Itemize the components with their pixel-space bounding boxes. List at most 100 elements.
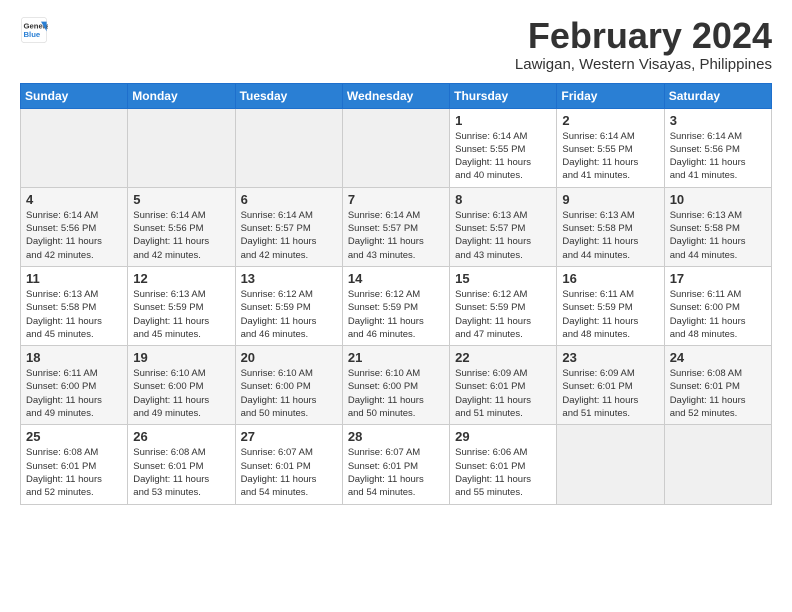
day-info: Sunrise: 6:14 AM Sunset: 5:55 PM Dayligh… <box>562 130 658 183</box>
calendar-day <box>128 108 235 187</box>
calendar-day: 8 Sunrise: 6:13 AM Sunset: 5:57 PM Daylig… <box>450 187 557 266</box>
svg-text:Blue: Blue <box>24 30 41 39</box>
day-info: Sunrise: 6:08 AM Sunset: 6:01 PM Dayligh… <box>670 367 766 420</box>
day-info: Sunrise: 6:14 AM Sunset: 5:56 PM Dayligh… <box>133 209 229 262</box>
calendar-day: 13 Sunrise: 6:12 AM Sunset: 5:59 PM Dayli… <box>235 266 342 345</box>
calendar-day: 9Sunrise: 6:13 AM Sunset: 5:58 PM Daylig… <box>557 187 664 266</box>
day-number: 22 <box>455 350 551 365</box>
day-number: 24 <box>670 350 766 365</box>
calendar-day: 15 Sunrise: 6:12 AM Sunset: 5:59 PM Dayli… <box>450 266 557 345</box>
calendar-day: 10 Sunrise: 6:13 AM Sunset: 5:58 PM Dayli… <box>664 187 771 266</box>
weekday-header-friday: Friday <box>557 83 664 108</box>
day-number: 6 <box>241 192 337 207</box>
day-info: Sunrise: 6:08 AM Sunset: 6:01 PM Dayligh… <box>133 446 229 499</box>
day-info: Sunrise: 6:11 AM Sunset: 5:59 PM Dayligh… <box>562 288 658 341</box>
day-number: 29 <box>455 429 551 444</box>
day-number: 27 <box>241 429 337 444</box>
calendar-day <box>664 425 771 504</box>
calendar-day: 3 Sunrise: 6:14 AM Sunset: 5:56 PM Daylig… <box>664 108 771 187</box>
day-number: 23 <box>562 350 658 365</box>
day-info: Sunrise: 6:08 AM Sunset: 6:01 PM Dayligh… <box>26 446 122 499</box>
day-info: Sunrise: 6:14 AM Sunset: 5:57 PM Dayligh… <box>348 209 444 262</box>
calendar-day: 23 Sunrise: 6:09 AM Sunset: 6:01 PM Dayli… <box>557 346 664 425</box>
day-info: Sunrise: 6:09 AM Sunset: 6:01 PM Dayligh… <box>455 367 551 420</box>
day-number: 26 <box>133 429 229 444</box>
calendar-day: 20Sunrise: 6:10 AM Sunset: 6:00 PM Dayli… <box>235 346 342 425</box>
day-info: Sunrise: 6:13 AM Sunset: 5:57 PM Dayligh… <box>455 209 551 262</box>
weekday-header-thursday: Thursday <box>450 83 557 108</box>
weekday-header-sunday: Sunday <box>21 83 128 108</box>
weekday-header-row: SundayMondayTuesdayWednesdayThursdayFrid… <box>21 83 772 108</box>
calendar-day: 2 Sunrise: 6:14 AM Sunset: 5:55 PM Daylig… <box>557 108 664 187</box>
day-number: 8 <box>455 192 551 207</box>
calendar-day <box>342 108 449 187</box>
calendar-week-5: 25 Sunrise: 6:08 AM Sunset: 6:01 PM Dayli… <box>21 425 772 504</box>
day-info: Sunrise: 6:14 AM Sunset: 5:56 PM Dayligh… <box>26 209 122 262</box>
day-info: Sunrise: 6:13 AM Sunset: 5:58 PM Dayligh… <box>26 288 122 341</box>
calendar-day: 18Sunrise: 6:11 AM Sunset: 6:00 PM Dayli… <box>21 346 128 425</box>
day-number: 4 <box>26 192 122 207</box>
day-number: 17 <box>670 271 766 286</box>
day-info: Sunrise: 6:14 AM Sunset: 5:56 PM Dayligh… <box>670 130 766 183</box>
weekday-header-saturday: Saturday <box>664 83 771 108</box>
calendar-day <box>557 425 664 504</box>
day-number: 21 <box>348 350 444 365</box>
calendar-week-3: 11 Sunrise: 6:13 AM Sunset: 5:58 PM Dayli… <box>21 266 772 345</box>
day-info: Sunrise: 6:07 AM Sunset: 6:01 PM Dayligh… <box>241 446 337 499</box>
calendar-week-4: 18Sunrise: 6:11 AM Sunset: 6:00 PM Dayli… <box>21 346 772 425</box>
calendar-day: 26 Sunrise: 6:08 AM Sunset: 6:01 PM Dayli… <box>128 425 235 504</box>
day-info: Sunrise: 6:14 AM Sunset: 5:57 PM Dayligh… <box>241 209 337 262</box>
weekday-header-wednesday: Wednesday <box>342 83 449 108</box>
weekday-header-tuesday: Tuesday <box>235 83 342 108</box>
day-info: Sunrise: 6:10 AM Sunset: 6:00 PM Dayligh… <box>241 367 337 420</box>
day-info: Sunrise: 6:13 AM Sunset: 5:58 PM Dayligh… <box>670 209 766 262</box>
day-info: Sunrise: 6:13 AM Sunset: 5:59 PM Dayligh… <box>133 288 229 341</box>
calendar-week-2: 4 Sunrise: 6:14 AM Sunset: 5:56 PM Daylig… <box>21 187 772 266</box>
calendar-table: SundayMondayTuesdayWednesdayThursdayFrid… <box>20 83 772 505</box>
header: General Blue February 2024 Lawigan, West… <box>20 16 772 73</box>
calendar-day: 22 Sunrise: 6:09 AM Sunset: 6:01 PM Dayli… <box>450 346 557 425</box>
calendar-day: 21 Sunrise: 6:10 AM Sunset: 6:00 PM Dayli… <box>342 346 449 425</box>
day-number: 28 <box>348 429 444 444</box>
day-info: Sunrise: 6:12 AM Sunset: 5:59 PM Dayligh… <box>241 288 337 341</box>
day-number: 16 <box>562 271 658 286</box>
day-number: 10 <box>670 192 766 207</box>
day-info: Sunrise: 6:07 AM Sunset: 6:01 PM Dayligh… <box>348 446 444 499</box>
calendar-day: 5 Sunrise: 6:14 AM Sunset: 5:56 PM Daylig… <box>128 187 235 266</box>
calendar-day: 17 Sunrise: 6:11 AM Sunset: 6:00 PM Dayli… <box>664 266 771 345</box>
calendar-day: 6 Sunrise: 6:14 AM Sunset: 5:57 PM Daylig… <box>235 187 342 266</box>
day-info: Sunrise: 6:10 AM Sunset: 6:00 PM Dayligh… <box>348 367 444 420</box>
day-number: 3 <box>670 113 766 128</box>
calendar-day: 11 Sunrise: 6:13 AM Sunset: 5:58 PM Dayli… <box>21 266 128 345</box>
day-number: 7 <box>348 192 444 207</box>
calendar-day: 4 Sunrise: 6:14 AM Sunset: 5:56 PM Daylig… <box>21 187 128 266</box>
calendar-day: 16 Sunrise: 6:11 AM Sunset: 5:59 PM Dayli… <box>557 266 664 345</box>
day-number: 15 <box>455 271 551 286</box>
day-info: Sunrise: 6:12 AM Sunset: 5:59 PM Dayligh… <box>455 288 551 341</box>
month-year: February 2024 <box>515 16 772 56</box>
calendar-day <box>21 108 128 187</box>
day-number: 19 <box>133 350 229 365</box>
day-number: 25 <box>26 429 122 444</box>
day-info: Sunrise: 6:10 AM Sunset: 6:00 PM Dayligh… <box>133 367 229 420</box>
day-info: Sunrise: 6:11 AM Sunset: 6:00 PM Dayligh… <box>670 288 766 341</box>
day-number: 2 <box>562 113 658 128</box>
day-number: 9 <box>562 192 658 207</box>
day-info: Sunrise: 6:09 AM Sunset: 6:01 PM Dayligh… <box>562 367 658 420</box>
calendar-day: 28 Sunrise: 6:07 AM Sunset: 6:01 PM Dayli… <box>342 425 449 504</box>
weekday-header-monday: Monday <box>128 83 235 108</box>
calendar-day: 27 Sunrise: 6:07 AM Sunset: 6:01 PM Dayli… <box>235 425 342 504</box>
calendar-day: 7 Sunrise: 6:14 AM Sunset: 5:57 PM Daylig… <box>342 187 449 266</box>
day-number: 5 <box>133 192 229 207</box>
day-number: 13 <box>241 271 337 286</box>
calendar-day: 25 Sunrise: 6:08 AM Sunset: 6:01 PM Dayli… <box>21 425 128 504</box>
calendar-day: 24 Sunrise: 6:08 AM Sunset: 6:01 PM Dayli… <box>664 346 771 425</box>
day-info: Sunrise: 6:12 AM Sunset: 5:59 PM Dayligh… <box>348 288 444 341</box>
location: Lawigan, Western Visayas, Philippines <box>515 56 772 73</box>
calendar-day: 19 Sunrise: 6:10 AM Sunset: 6:00 PM Dayli… <box>128 346 235 425</box>
day-info: Sunrise: 6:14 AM Sunset: 5:55 PM Dayligh… <box>455 130 551 183</box>
calendar-day: 1Sunrise: 6:14 AM Sunset: 5:55 PM Daylig… <box>450 108 557 187</box>
day-number: 11 <box>26 271 122 286</box>
calendar-day <box>235 108 342 187</box>
day-info: Sunrise: 6:06 AM Sunset: 6:01 PM Dayligh… <box>455 446 551 499</box>
